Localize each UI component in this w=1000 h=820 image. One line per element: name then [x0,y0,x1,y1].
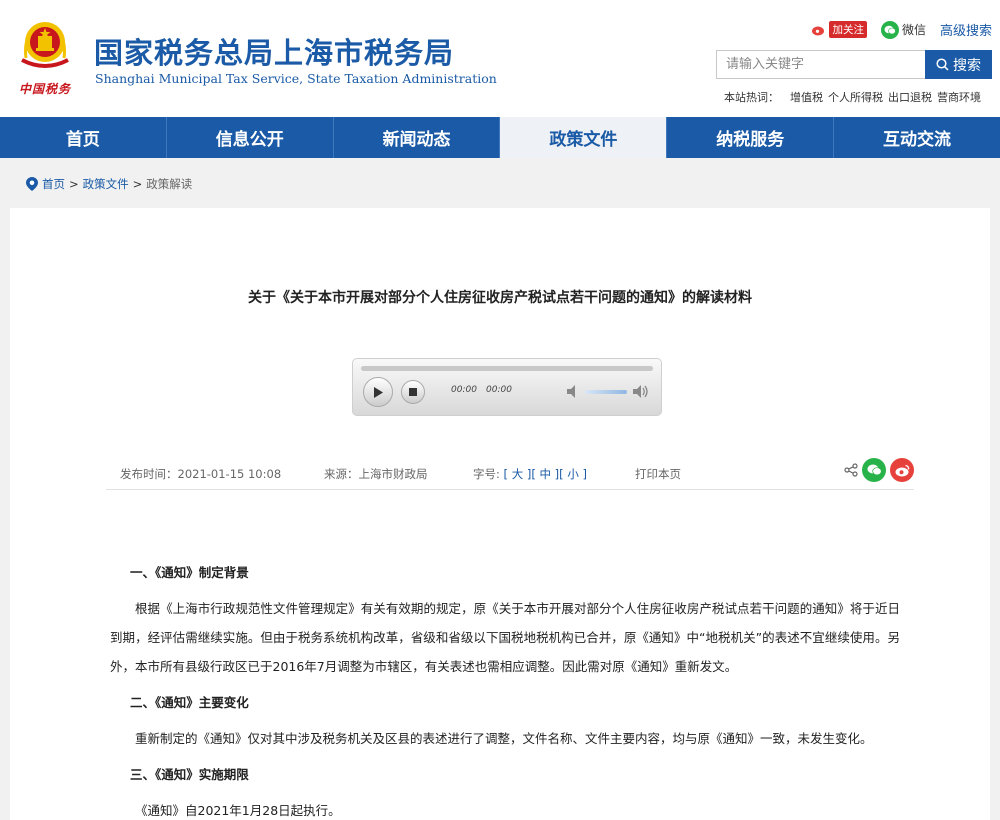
audio-progress-track[interactable] [361,366,653,371]
breadcrumb-current: 政策解读 [146,177,193,191]
search-icon [936,58,949,71]
hot-words-label: 本站热词： [724,91,779,104]
article-container: 关于《关于本市开展对部分个人住房征收房产税试点若干问题的通知》的解读材料 00:… [10,208,990,820]
breadcrumb-separator: > [69,177,79,191]
font-size-label: 字号: [473,467,500,481]
volume-max-icon[interactable] [633,385,649,398]
hot-word-link[interactable]: 个人所得税 [828,89,883,105]
wechat-share-button[interactable] [862,458,886,482]
site-header: 中国税务 国家税务总局上海市税务局 Shanghai Municipal Tax… [0,0,1000,117]
stop-button[interactable] [401,380,425,404]
advanced-search-link[interactable]: 高级搜索 [940,20,992,39]
search-box: 搜索 [716,50,992,79]
article-meta: 发布时间：2021-01-15 10:08 来源：上海市财政局 字号: [ 大 … [106,458,914,490]
nav-item-news[interactable]: 新闻动态 [334,117,501,158]
font-size-large[interactable]: 大 [512,467,524,481]
site-subtitle: Shanghai Municipal Tax Service, State Ta… [95,71,497,86]
volume-mute-icon[interactable] [567,385,581,398]
section-heading: 三、《通知》实施期限 [130,767,249,782]
hot-word-link[interactable]: 增值税 [790,89,823,105]
current-time: 00:00 [451,385,477,395]
search-input[interactable] [716,50,925,79]
print-link[interactable]: 打印本页 [635,466,681,482]
play-icon [374,386,383,398]
play-button[interactable] [363,377,393,407]
seal-text: 中国税务 [18,82,71,96]
search-button[interactable]: 搜索 [925,50,992,79]
nav-item-tax-service[interactable]: 纳税服务 [667,117,835,158]
section-heading: 二、《通知》主要变化 [130,695,249,710]
publish-label: 发布时间： [120,467,178,481]
weibo-follow-link[interactable]: 加关注 [812,21,867,38]
section-paragraph: 《通知》自2021年1月28日起执行。 [135,803,341,818]
wechat-link[interactable]: 微信 [880,20,926,39]
article-body: 一、《通知》制定背景 根据《上海市行政规范性文件管理规定》有关有效期的规定，原《… [110,558,900,820]
nav-item-interaction[interactable]: 互动交流 [834,117,1000,158]
article-title: 关于《关于本市开展对部分个人住房征收房产税试点若干问题的通知》的解读材料 [248,290,752,306]
weibo-follow-label: 加关注 [829,21,867,38]
share-bar [844,458,914,482]
hot-word-link[interactable]: 出口退税 [888,89,932,105]
share-icon[interactable] [844,463,858,477]
section-paragraph: 根据《上海市行政规范性文件管理规定》有关有效期的规定，原《关于本市开展对部分个人… [110,601,900,674]
wechat-icon [880,20,899,39]
source-value: 上海市财政局 [358,467,428,481]
weibo-icon [812,26,825,35]
nav-item-home[interactable]: 首页 [0,117,167,158]
section-heading: 一、《通知》制定背景 [130,565,249,580]
wechat-label: 微信 [901,23,926,37]
duration-time: 00:00 [486,385,512,395]
hot-words: 本站热词： 增值税 个人所得税 出口退税 营商环境 [724,89,981,105]
main-nav: 首页 信息公开 新闻动态 政策文件 纳税服务 互动交流 [0,117,1000,158]
font-size-medium[interactable]: 中 [540,467,552,481]
font-size-small[interactable]: 小 [567,467,579,481]
top-links: 加关注 微信 高级搜索 [812,20,992,39]
font-size-control: 字号: [ 大 ][ 中 ][ 小 ] [473,467,587,481]
publish-info: 发布时间：2021-01-15 10:08 [120,466,281,482]
stop-icon [409,388,417,396]
tax-emblem-icon [21,22,69,68]
source-label: 来源： [324,467,359,481]
weibo-icon [895,464,909,476]
weibo-share-button[interactable] [890,458,914,482]
breadcrumb-policy[interactable]: 政策文件 [83,176,129,192]
breadcrumb-home[interactable]: 首页 [42,176,65,192]
hot-word-link[interactable]: 营商环境 [937,89,981,105]
breadcrumb: 首页 > 政策文件 > 政策解读 [26,176,192,192]
search-button-label: 搜索 [953,57,981,74]
wechat-icon [867,464,882,476]
volume-slider[interactable] [585,390,627,394]
publish-time: 2021-01-15 10:08 [177,467,282,481]
section-paragraph: 重新制定的《通知》仅对其中涉及税务机关及区县的表述进行了调整，文件名称、文件主要… [135,731,873,746]
location-pin-icon [26,177,38,191]
nav-item-info-disclosure[interactable]: 信息公开 [167,117,334,158]
source-info: 来源：上海市财政局 [324,466,428,482]
breadcrumb-separator: > [132,177,143,191]
audio-player: 00:00 00:00 [352,358,662,416]
nav-item-policy[interactable]: 政策文件 [500,117,668,158]
site-title[interactable]: 国家税务总局上海市税务局 [94,30,454,72]
